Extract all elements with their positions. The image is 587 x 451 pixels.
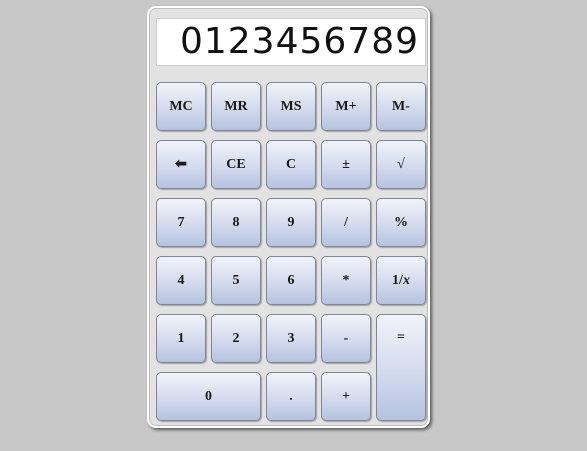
m-minus-button[interactable]: M- (376, 82, 426, 131)
backspace-arrow-icon: ⬅ (175, 157, 187, 172)
equals-button[interactable]: = (376, 314, 426, 421)
digit-0-button[interactable]: 0 (156, 372, 261, 421)
plus-button[interactable]: + (321, 372, 371, 421)
mc-button[interactable]: MC (156, 82, 206, 131)
digit-5-button[interactable]: 5 (211, 256, 261, 305)
clear-button[interactable]: C (266, 140, 316, 189)
divide-button[interactable]: / (321, 198, 371, 247)
percent-button[interactable]: % (376, 198, 426, 247)
multiply-button[interactable]: * (321, 256, 371, 305)
m-plus-button[interactable]: M+ (321, 82, 371, 131)
digit-3-button[interactable]: 3 (266, 314, 316, 363)
backspace-button[interactable]: ⬅ (156, 140, 206, 189)
ms-button[interactable]: MS (266, 82, 316, 131)
display: 0123456789 (156, 18, 426, 66)
digit-6-button[interactable]: 6 (266, 256, 316, 305)
plus-minus-button[interactable]: ± (321, 140, 371, 189)
decimal-button[interactable]: . (266, 372, 316, 421)
digit-2-button[interactable]: 2 (211, 314, 261, 363)
clear-entry-button[interactable]: CE (211, 140, 261, 189)
digit-9-button[interactable]: 9 (266, 198, 316, 247)
mr-button[interactable]: MR (211, 82, 261, 131)
digit-1-button[interactable]: 1 (156, 314, 206, 363)
calculator: 0123456789 MC MR MS M+ M- ⬅ CE C ± √ 7 8… (147, 6, 430, 428)
digit-7-button[interactable]: 7 (156, 198, 206, 247)
minus-button[interactable]: - (321, 314, 371, 363)
display-value: 0123456789 (179, 21, 419, 62)
square-root-button[interactable]: √ (376, 140, 426, 189)
digit-8-button[interactable]: 8 (211, 198, 261, 247)
reciprocal-button[interactable]: 1/x (376, 256, 426, 305)
digit-4-button[interactable]: 4 (156, 256, 206, 305)
